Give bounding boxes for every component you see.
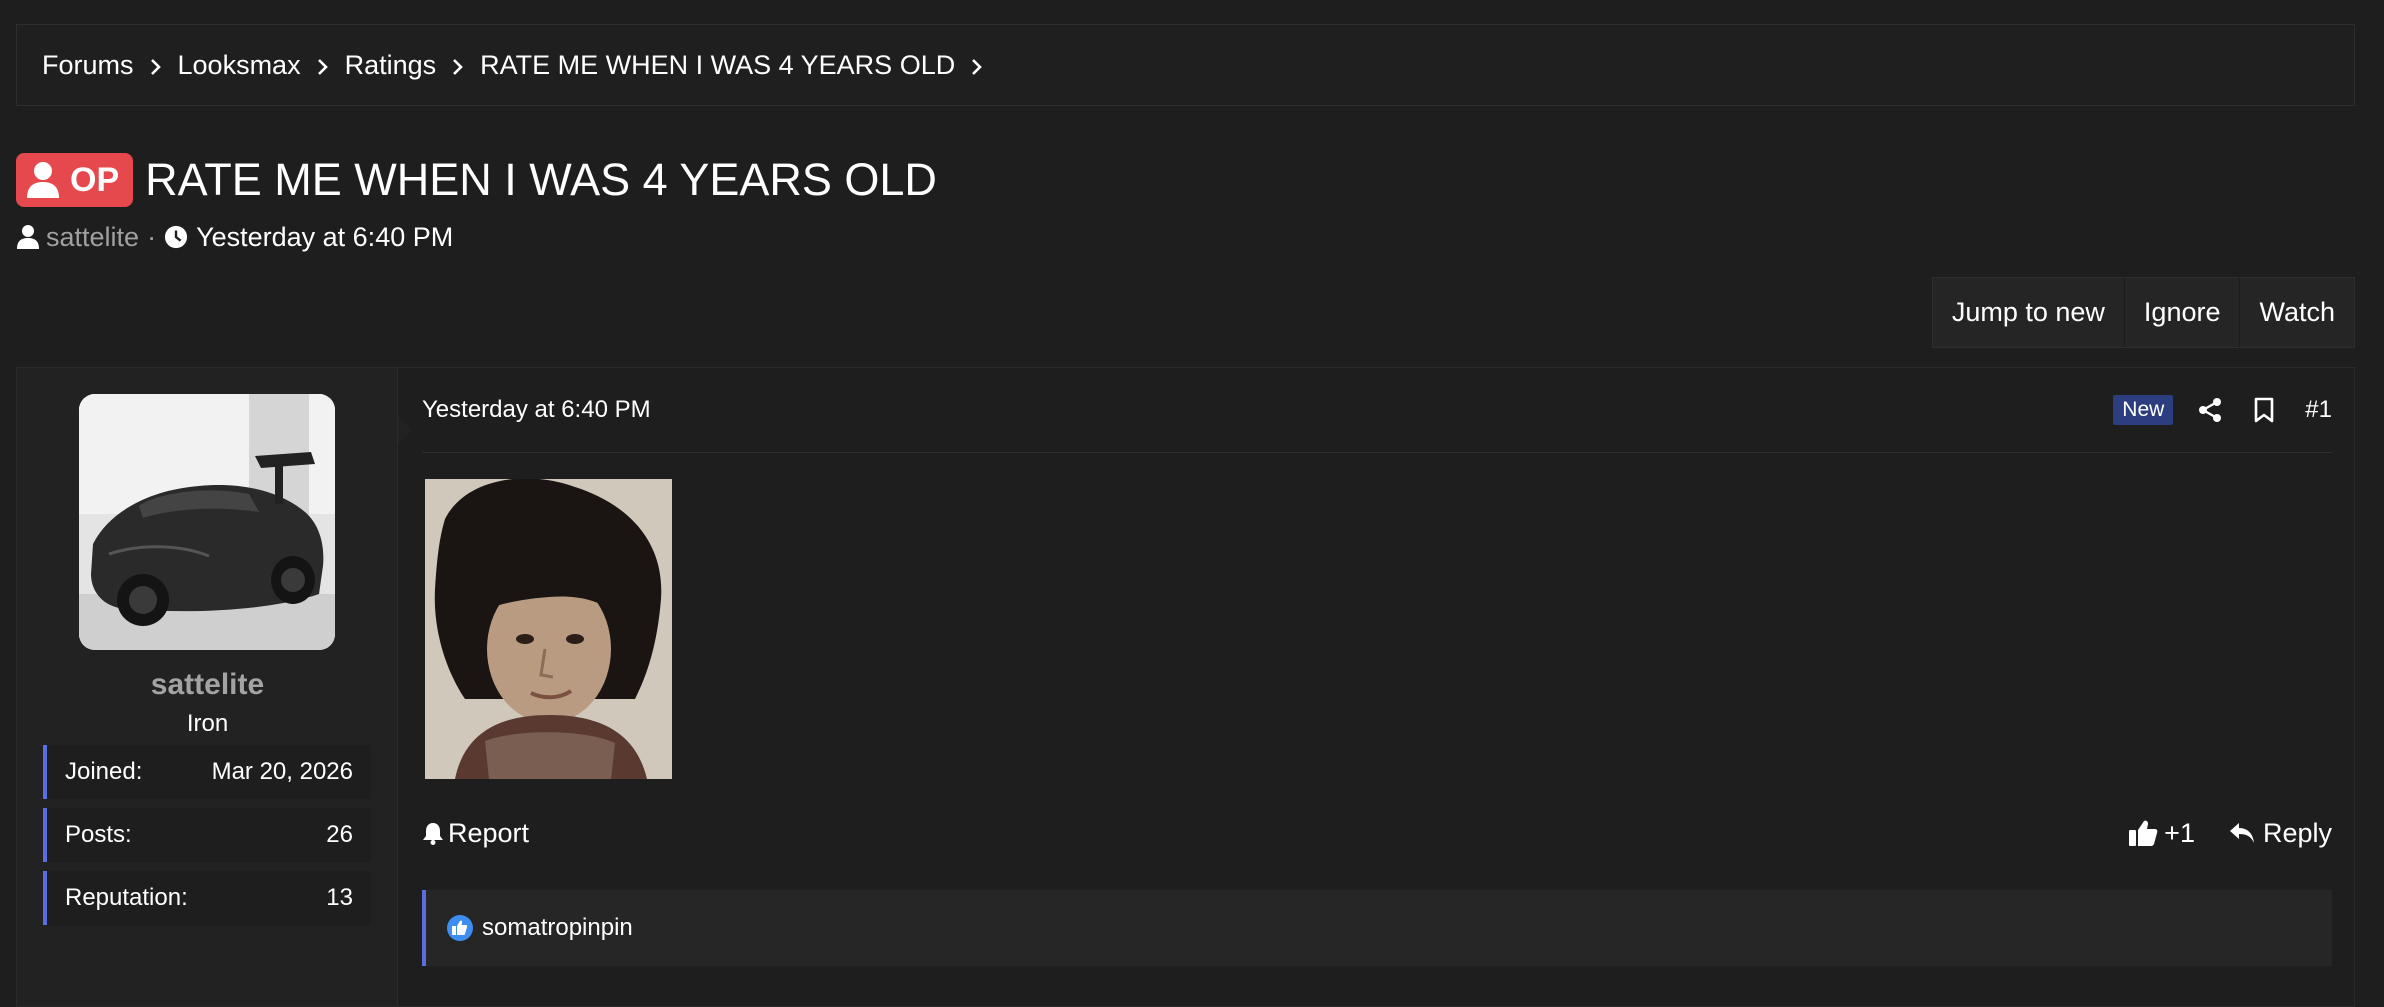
reply-button[interactable]: Reply [2229,818,2332,849]
post-username[interactable]: sattelite [17,668,398,702]
like-button[interactable]: +1 [2128,818,2195,849]
post-number-link[interactable]: #1 [2305,396,2332,424]
report-label: Report [448,817,530,848]
thread-start-date[interactable]: Yesterday at 6:40 PM [196,222,453,253]
op-label: OP [70,160,120,199]
breadcrumb-label: Looksmax [177,49,301,80]
chevron-right-icon [317,58,331,75]
chevron-right-icon [150,58,164,75]
thread-meta: sattelite · Yesterday at 6:40 PM [16,220,453,254]
user-icon [27,162,59,198]
thumbs-up-icon [2129,820,2158,846]
stat-joined: Joined: Mar 20, 2026 [43,745,371,799]
post-user-column: sattelite Iron Joined: Mar 20, 2026 Post… [17,368,398,1006]
like-reaction-icon [447,915,473,941]
stat-value: Mar 20, 2026 [211,758,353,785]
avatar[interactable] [79,394,335,650]
clock-icon [164,225,188,249]
chevron-right-icon [452,58,466,75]
breadcrumb-item-ratings[interactable]: Ratings [345,50,467,81]
user-column-arrow [398,416,412,444]
stat-reputation: Reputation: 13 [43,871,371,925]
jump-to-new-button[interactable]: Jump to new [1933,278,2125,347]
post-footer-actions: +1 Reply [2128,818,2332,849]
thread-author-link[interactable]: sattelite [46,222,139,253]
op-prefix-badge: OP [16,153,134,207]
post-header-actions: New #1 [2113,395,2332,425]
post-footer: Report +1 Reply [422,808,2332,858]
breadcrumb-item-thread[interactable]: RATE ME WHEN I WAS 4 YEARS OLD [480,50,985,81]
reply-icon [2229,823,2254,843]
stat-label: Reputation: [65,884,188,911]
chevron-right-icon [971,58,985,75]
new-badge: New [2113,395,2174,425]
bell-icon [423,823,443,845]
share-icon[interactable] [2197,397,2223,423]
breadcrumb-label: Forums [42,49,134,80]
breadcrumb-item-forums[interactable]: Forums [42,50,164,81]
post-image-attachment[interactable] [425,479,672,779]
breadcrumb: Forums Looksmax Ratings RATE ME WHEN I W… [16,24,2355,106]
page-title: RATE ME WHEN I WAS 4 YEARS OLD [145,154,937,205]
ignore-button[interactable]: Ignore [2125,278,2241,347]
watch-button[interactable]: Watch [2240,278,2354,347]
meta-separator: · [147,221,157,252]
stat-label: Joined: [65,758,143,785]
stat-value: 13 [326,884,353,911]
report-button[interactable]: Report [422,818,529,849]
like-count: +1 [2164,817,2195,848]
breadcrumb-label: RATE ME WHEN I WAS 4 YEARS OLD [480,49,956,80]
user-rank: Iron [186,710,229,737]
thread-actions: Jump to new Ignore Watch [1931,277,2355,348]
post-header: Yesterday at 6:40 PM New #1 [422,368,2332,453]
breadcrumb-item-looksmax[interactable]: Looksmax [178,50,331,81]
post: sattelite Iron Joined: Mar 20, 2026 Post… [16,367,2355,1007]
reply-label: Reply [2262,817,2332,848]
reaction-user-link[interactable]: somatropinpin [482,914,633,942]
post-date[interactable]: Yesterday at 6:40 PM [422,396,651,424]
bookmark-icon[interactable] [2251,397,2277,423]
breadcrumb-label: Ratings [344,49,437,80]
stat-value[interactable]: 26 [326,821,353,849]
user-icon [17,225,39,249]
stat-label: Posts: [65,821,132,848]
stat-posts: Posts: 26 [43,808,371,862]
reactions-bar[interactable]: somatropinpin [422,890,2332,966]
thread-title-row: OP RATE ME WHEN I WAS 4 YEARS OLD [16,152,937,208]
